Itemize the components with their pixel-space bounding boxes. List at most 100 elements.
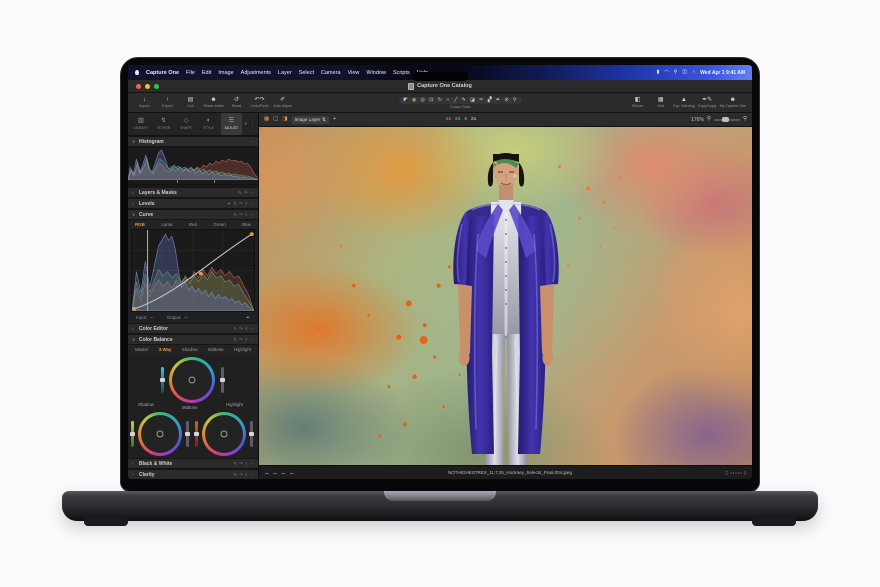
layers-masks-panel-header[interactable]: › Layers & Masks ✎ ↷ ⋯ — [128, 187, 258, 198]
filename-label[interactable]: NOTHIGHESTRES_11.7.25_Hockney_Selects_Fi… — [298, 470, 721, 475]
black-white-panel-header[interactable]: › Black & White ✎ ↷ ≡ ⋯ — [128, 458, 258, 469]
presets-icon[interactable]: ≡ — [245, 338, 247, 342]
brush-icon[interactable]: ✎ — [233, 202, 236, 206]
multi-view-icon[interactable]: ▦ — [264, 117, 269, 122]
midtone-color-wheel[interactable] — [169, 357, 215, 403]
select-checkbox-icon[interactable]: ▢ — [725, 470, 729, 475]
zoom-out-icon[interactable]: ⚲ — [707, 117, 711, 122]
midtone-right-slider[interactable] — [221, 367, 224, 393]
auto-adjust-button[interactable]: ✐ Auto Adjust — [272, 93, 293, 112]
copy-settings-icon[interactable]: ↷ — [239, 338, 242, 342]
histogram-panel-header[interactable]: ∨ Histogram ⋯ — [128, 136, 258, 147]
highlight-right-slider[interactable] — [250, 421, 253, 447]
curve-tab-green[interactable]: Green — [213, 222, 225, 227]
shadow-color-wheel[interactable] — [138, 412, 182, 456]
presets-icon[interactable]: ≡ — [245, 213, 247, 217]
curve-tab-luma[interactable]: Luma — [161, 222, 172, 227]
presets-icon[interactable]: ≡ — [245, 202, 247, 206]
more-tabs-icon[interactable]: » — [244, 121, 247, 127]
pen-icon[interactable]: ✒ — [228, 202, 231, 206]
cursor-tool-gradient-mask-icon[interactable]: ✏ — [479, 98, 483, 103]
cb-tab-midtone[interactable]: Midtone — [208, 347, 224, 352]
close-window-button[interactable] — [136, 84, 141, 89]
curve-output-value[interactable]: -- — [184, 315, 187, 320]
menu-adjustments[interactable]: Adjustments — [241, 70, 271, 76]
zoom-slider[interactable] — [714, 119, 740, 121]
layer-selector[interactable]: Image Layer ⇅ — [292, 116, 329, 124]
brush-icon[interactable]: ✎ — [238, 191, 241, 195]
share-online-button[interactable]: ☻ Share online — [203, 93, 224, 112]
cb-tab-highlight[interactable]: Highlight — [234, 347, 251, 352]
tab-library[interactable]: ▥ LIBRARY — [130, 113, 152, 135]
curve-picker-icon[interactable]: ✒ — [246, 315, 250, 321]
cb-tab-shadow[interactable]: Shadow — [182, 347, 198, 352]
cursor-tool-select-icon[interactable]: ◤ — [404, 98, 408, 103]
more-icon[interactable]: ⋯ — [250, 202, 254, 206]
exposure-warning-button[interactable]: ▲ Exp. Warning — [673, 93, 694, 112]
cursor-tool-heal-icon[interactable]: ▞ — [488, 98, 492, 103]
copy-settings-icon[interactable]: ↷ — [244, 191, 247, 195]
trash-icon[interactable]: ▯ — [744, 470, 746, 475]
menu-edit[interactable]: Edit — [202, 70, 211, 76]
menu-bar-clock[interactable]: Wed Apr 1 9:41 AM — [700, 70, 745, 76]
footer-pages-icons[interactable]: ▬ ▬ ▬ ▬ — [265, 471, 295, 475]
curve-tab-blue[interactable]: Blue — [242, 222, 251, 227]
cursor-tool-erase-mask-icon[interactable]: ◪ — [470, 98, 475, 103]
cb-tab-master[interactable]: Master — [135, 347, 148, 352]
copy-apply-button[interactable]: ✒✎ Copy/Apply — [697, 93, 718, 112]
cursor-tool-brush-icon[interactable]: ╱ — [454, 98, 457, 103]
zoom-window-button[interactable] — [154, 84, 159, 89]
more-icon[interactable]: ⋯ — [250, 213, 254, 217]
menu-image[interactable]: Image — [218, 70, 233, 76]
cursor-tool-crop-icon[interactable]: ⊡ — [429, 98, 433, 103]
menu-select[interactable]: Select — [299, 70, 314, 76]
import-button[interactable]: ↓ Import — [134, 93, 155, 112]
clarity-panel-header[interactable]: › Clarity ✎ ↷ ≡ ⋯ — [128, 469, 258, 479]
cursor-tool-loupe-icon[interactable]: ◎ — [421, 98, 425, 103]
cursor-tool-eyedropper-icon[interactable]: ⚲ — [513, 98, 517, 103]
cull-button[interactable]: ▤ Cull — [180, 93, 201, 112]
cb-tab-3way[interactable]: 3-Way — [159, 347, 172, 352]
shadow-right-slider[interactable] — [186, 421, 189, 447]
more-icon[interactable]: ⋯ — [250, 327, 254, 331]
more-icon[interactable]: ⋯ — [250, 140, 254, 144]
menu-file[interactable]: File — [186, 70, 195, 76]
more-icon[interactable]: ⋯ — [250, 191, 254, 195]
curve-tab-red[interactable]: Red — [189, 222, 197, 227]
tab-shape[interactable]: ◇ SHAPE — [175, 113, 197, 135]
minimize-window-button[interactable] — [145, 84, 150, 89]
brush-icon[interactable]: ✎ — [233, 327, 236, 331]
export-button[interactable]: ↑ Export — [157, 93, 178, 112]
brush-icon[interactable]: ✎ — [233, 338, 236, 342]
copy-settings-icon[interactable]: ↷ — [239, 213, 242, 217]
highlight-left-slider[interactable] — [195, 421, 198, 447]
highlight-color-wheel[interactable] — [202, 412, 246, 456]
curve-panel-header[interactable]: ∨ Curve ✎ ↷ ≡ ⋯ — [128, 209, 258, 220]
zoom-fit-icon[interactable]: ⚲ — [743, 117, 747, 122]
compare-view-icon[interactable]: ◨ — [282, 117, 287, 122]
menu-scripts[interactable]: Scripts — [393, 70, 410, 76]
cursor-tool-clone-icon[interactable]: ✒ — [496, 98, 500, 103]
undo-redo-button[interactable]: ↶↷ Undo/Redo — [249, 93, 270, 112]
tab-adjust[interactable]: ☰ ADJUST — [221, 113, 243, 135]
apple-logo-icon[interactable] — [135, 70, 139, 75]
menu-layer[interactable]: Layer — [278, 70, 292, 76]
cursor-tool-keystone-icon[interactable]: ∩ — [446, 98, 449, 103]
more-icon[interactable]: ⋯ — [250, 338, 254, 342]
menu-camera[interactable]: Camera — [321, 70, 341, 76]
curve-graph[interactable] — [131, 229, 255, 312]
menu-window[interactable]: Window — [366, 70, 386, 76]
levels-panel-header[interactable]: › Levels ✒ ✎ ↷ ≡ ⋯ — [128, 198, 258, 209]
menu-extra-icon[interactable]: ● — [692, 70, 695, 75]
before-button[interactable]: ◧ Before — [627, 93, 648, 112]
my-capture-one-button[interactable]: ☻ My Capture One — [720, 93, 746, 112]
tab-tether[interactable]: ↯ TETHER — [153, 113, 175, 135]
cursor-tool-spot-icon[interactable]: ⊘ — [504, 98, 508, 103]
curve-tab-rgb[interactable]: RGB — [135, 222, 145, 227]
wifi-icon[interactable]: ◠ — [664, 70, 668, 75]
reset-button[interactable]: ↺ Reset — [226, 93, 247, 112]
menu-view[interactable]: View — [348, 70, 360, 76]
color-editor-panel-header[interactable]: › Color Editor ✎ ↷ ≡ ⋯ — [128, 323, 258, 334]
battery-icon[interactable]: ▮ — [657, 70, 660, 75]
spotlight-search-icon[interactable]: ⚲ — [674, 70, 678, 75]
